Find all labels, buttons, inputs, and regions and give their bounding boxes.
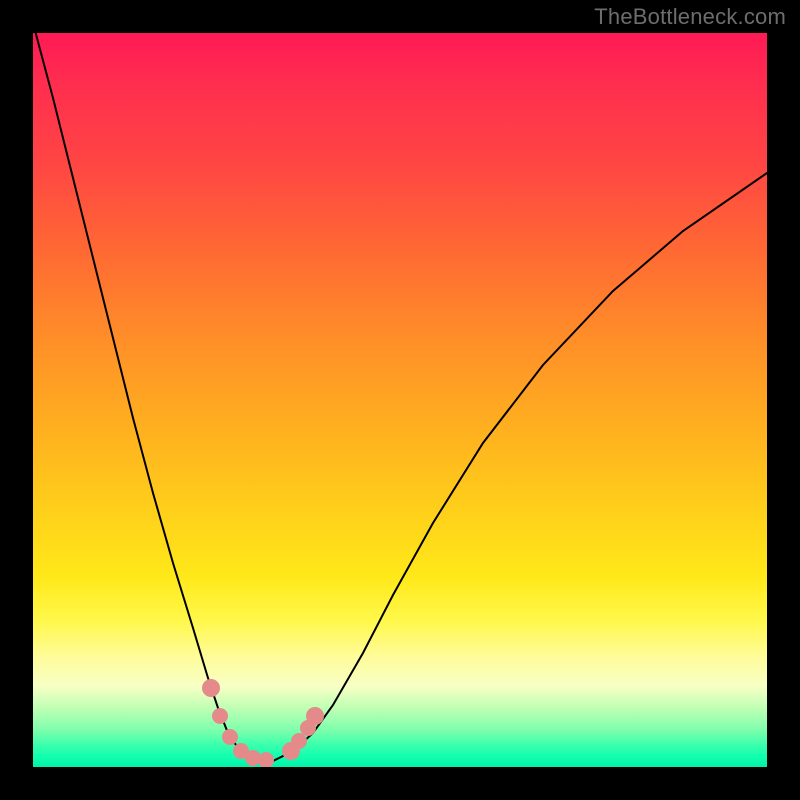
plot-area [33,33,767,767]
chart-frame: TheBottleneck.com [0,0,800,800]
marker-point [212,708,228,724]
marker-point [202,679,220,697]
marker-group [202,679,324,767]
marker-point [291,733,307,749]
curve-svg [33,33,767,767]
watermark-text: TheBottleneck.com [594,4,786,30]
marker-point [222,729,238,745]
bottleneck-curve [33,33,767,761]
marker-point [306,707,324,725]
marker-point [258,752,274,767]
